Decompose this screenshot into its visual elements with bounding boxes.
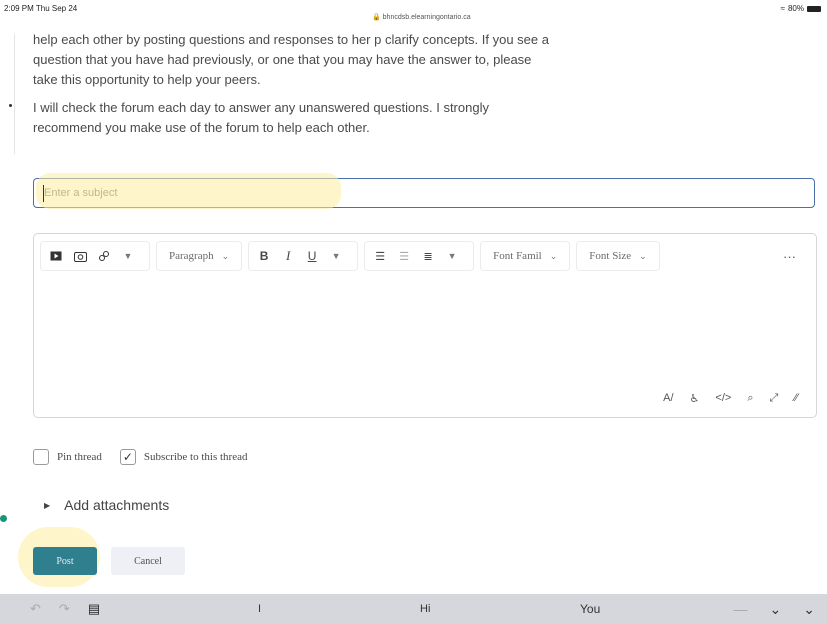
insert-link-icon[interactable] <box>95 245 113 267</box>
left-scroll-edge <box>8 34 15 154</box>
font-family-label: Font Famil <box>493 250 542 262</box>
paragraph-group: Paragraph ⌄ <box>156 241 243 271</box>
thread-options: Pin thread ✓ Subscribe to this thread <box>33 449 248 465</box>
paste-icon[interactable]: ▤ <box>88 601 100 617</box>
subscribe-label: Subscribe to this thread <box>143 451 248 463</box>
chevron-down-icon: ⌄ <box>549 250 558 261</box>
description-paragraph-2: I will check the forum each day to answe… <box>33 100 489 135</box>
bold-button[interactable]: B <box>255 245 273 267</box>
insert-more-chevron-icon[interactable]: ▼ <box>119 245 137 267</box>
redo-icon[interactable]: ↷ <box>59 601 70 617</box>
status-time: 2:09 PM Thu Sep 24 <box>4 4 78 13</box>
dismiss-keyboard-chevron-icon[interactable]: ⌄ <box>803 601 815 618</box>
suggestion-1[interactable]: I <box>258 603 261 615</box>
battery-icon <box>807 5 821 12</box>
font-size-label: Font Size <box>589 250 632 262</box>
next-field-chevron-icon[interactable]: ⌄ <box>770 601 782 618</box>
editor-bottom-tools: A/ ♿︎ </> ⌕ ⤢ ⁄⁄ <box>663 392 798 405</box>
cancel-button[interactable]: Cancel <box>111 547 185 575</box>
html-editor: ▼ Paragraph ⌄ B I U ▼ ☰ ☰ ≣ ▼ Font Famil ⌄… <box>33 233 817 418</box>
underline-button[interactable]: U <box>303 245 321 267</box>
suggestion-2[interactable]: Hi <box>420 603 430 615</box>
font-family-dropdown[interactable]: Font Famil ⌄ <box>487 250 563 262</box>
insert-image-icon[interactable] <box>71 245 89 267</box>
status-right: ≈ 80% <box>781 4 821 13</box>
font-size-group: Font Size ⌄ <box>576 241 660 271</box>
subscribe-checkbox[interactable]: ✓ <box>119 449 136 465</box>
description-paragraph-1: help each other by posting questions and… <box>33 32 549 87</box>
font-family-group: Font Famil ⌄ <box>480 241 571 271</box>
fullscreen-icon[interactable]: ⤢ <box>770 392 779 405</box>
chevron-down-icon: ⌄ <box>639 250 647 261</box>
chevron-down-icon: ⌄ <box>221 250 230 261</box>
more-options-icon[interactable]: ··· <box>783 249 796 264</box>
keyboard-right-tools: — ⌄ ⌄ <box>734 601 815 618</box>
alignment-more-chevron-icon[interactable]: ▼ <box>443 245 461 267</box>
pin-thread-label: Pin thread <box>57 451 102 463</box>
battery-percent: 80% <box>787 4 804 13</box>
edge-marker-icon <box>9 104 12 107</box>
add-attachments-label: Add attachments <box>64 497 170 513</box>
keyboard-suggestion-bar: ↶ ↷ ▤ I Hi You — ⌄ ⌄ <box>0 594 827 624</box>
text-caret <box>43 185 44 202</box>
wifi-icon: ≈ <box>780 4 785 13</box>
paragraph-format-dropdown[interactable]: Paragraph ⌄ <box>163 250 235 262</box>
resize-handle-icon[interactable]: ⁄⁄ <box>794 392 798 405</box>
add-attachments-toggle[interactable]: ▶ Add attachments <box>44 497 169 513</box>
expand-triangle-icon: ▶ <box>44 500 51 510</box>
editor-body[interactable] <box>40 278 810 378</box>
subject-input[interactable] <box>34 179 814 207</box>
subject-field-wrapper <box>33 173 815 209</box>
keyboard-left-tools: ↶ ↷ ▤ <box>30 601 100 617</box>
accessibility-check-icon[interactable]: ♿︎ <box>690 392 700 405</box>
insert-group: ▼ <box>40 241 150 271</box>
previous-field-icon[interactable]: — <box>734 601 748 618</box>
align-center-icon[interactable]: ☰ <box>371 245 389 267</box>
pin-thread-checkbox[interactable] <box>33 449 49 465</box>
editor-toolbar: ▼ Paragraph ⌄ B I U ▼ ☰ ☰ ≣ ▼ Font Famil ⌄… <box>40 240 810 272</box>
insert-media-icon[interactable] <box>47 245 65 267</box>
topic-description: help each other by posting questions and… <box>33 30 553 138</box>
preview-icon[interactable]: ⌕ <box>747 392 753 405</box>
text-style-more-chevron-icon[interactable]: ▼ <box>327 245 345 267</box>
status-bar: 2:09 PM Thu Sep 24 🔒 bhncdsb.elearningon… <box>0 0 827 22</box>
align-justify-icon[interactable]: ☰ <box>395 245 413 267</box>
spellcheck-icon[interactable]: A/ <box>663 392 673 405</box>
paragraph-label: Paragraph <box>169 250 214 262</box>
source-code-icon[interactable]: </> <box>715 392 731 405</box>
tap-indicator <box>0 515 7 522</box>
alignment-group: ☰ ☰ ≣ ▼ <box>364 241 475 271</box>
suggestion-3[interactable]: You <box>580 602 600 616</box>
undo-icon[interactable]: ↶ <box>30 601 41 617</box>
text-style-group: B I U ▼ <box>248 241 359 271</box>
post-button[interactable]: Post <box>33 547 97 575</box>
font-size-dropdown[interactable]: Font Size ⌄ <box>583 250 652 262</box>
bulleted-list-icon[interactable]: ≣ <box>419 245 437 267</box>
url-label[interactable]: 🔒 bhncdsb.elearningontario.ca <box>372 13 471 21</box>
italic-button[interactable]: I <box>279 245 297 267</box>
